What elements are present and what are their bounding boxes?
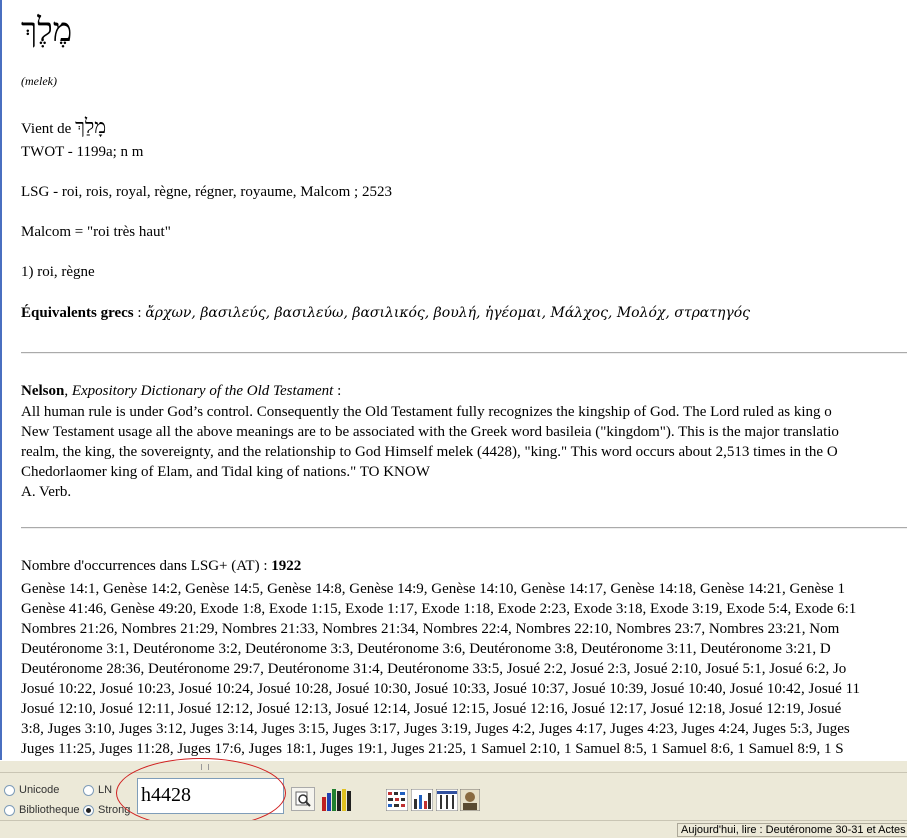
dictionary-viewer[interactable]: מֶלֶךְ (melek) Vient de מָלַךְ TWOT - 11… <box>0 0 907 760</box>
reference-line[interactable]: Deutéronome 28:36, Deutéronome 29:7, Deu… <box>21 659 860 679</box>
reference-line[interactable]: Josué 10:22, Josué 10:23, Josué 10:24, J… <box>21 679 860 699</box>
portrait-icon[interactable] <box>460 787 480 811</box>
meaning-line: 1) roi, règne <box>21 264 95 280</box>
nelson-line: realm, the king, the sovereignty, and th… <box>21 444 838 460</box>
nelson-colon: : <box>333 383 342 399</box>
nelson-book: Expository Dictionary of the Old Testame… <box>71 383 334 399</box>
magnifier-icon <box>295 791 311 807</box>
occurrences-label: Nombre d'occurrences dans LSG+ (AT) : <box>21 558 272 574</box>
search-button[interactable] <box>291 787 315 811</box>
lsg-line: LSG - roi, rois, royal, règne, régner, r… <box>21 184 392 200</box>
reference-line[interactable]: Juges 11:25, Juges 11:28, Juges 17:6, Ju… <box>21 739 860 759</box>
radio-ln[interactable]: LN <box>83 784 112 796</box>
greek-label: Équivalents grecs <box>21 305 134 321</box>
radio-strong-dot[interactable] <box>83 804 94 816</box>
reference-line[interactable]: Josué 12:10, Josué 12:11, Josué 12:12, J… <box>21 699 860 719</box>
pane-splitter[interactable] <box>0 760 907 773</box>
hebrew-headword: מֶלֶךְ <box>21 10 73 49</box>
reference-line[interactable]: Deutéronome 3:1, Deutéronome 3:2, Deutér… <box>21 639 860 659</box>
greek-separator: : <box>133 305 146 321</box>
occurrences-heading: Nombre d'occurrences dans LSG+ (AT) : 19… <box>21 558 301 575</box>
origin-label: Vient de <box>21 121 72 137</box>
origin-hebrew: מָלַךְ <box>75 114 107 138</box>
concordance-grid-icon[interactable] <box>386 787 408 811</box>
splitter-grip[interactable] <box>201 764 209 770</box>
nelson-author: Nelson <box>21 383 65 399</box>
radio-ln-label: LN <box>98 784 113 796</box>
status-bar: Aujourd'hui, lire : Deutéronome 30-31 et… <box>0 820 907 838</box>
divider <box>21 352 907 354</box>
radio-strong[interactable]: Strong <box>83 804 130 816</box>
search-toolbar: Unicode LN Bibliotheque Strong h4428 <box>0 758 907 828</box>
radio-strong-label: Strong <box>98 804 131 816</box>
chart-icon[interactable] <box>411 787 433 811</box>
divider <box>21 527 907 529</box>
nelson-line: New Testament usage all the above meanin… <box>21 424 839 440</box>
nelson-line: Chedorlaomer king of Elam, and Tidal kin… <box>21 464 430 480</box>
radio-bibliotheque[interactable]: Bibliotheque <box>4 804 80 816</box>
radio-unicode-dot[interactable] <box>4 784 15 796</box>
nelson-heading: Nelson, Expository Dictionary of the Old… <box>21 383 341 400</box>
columns-icon[interactable] <box>436 787 458 811</box>
strong-search-input[interactable]: h4428 <box>137 778 284 814</box>
transliteration: (melek) <box>21 74 57 88</box>
nelson-line: A. Verb. <box>21 484 72 500</box>
nelson-text: All human rule is under God’s control. C… <box>21 402 907 502</box>
nelson-sep: , <box>64 383 72 399</box>
reference-line[interactable]: Nombres 21:26, Nombres 21:29, Nombres 21… <box>21 619 860 639</box>
reference-line[interactable]: Genèse 14:1, Genèse 14:2, Genèse 14:5, G… <box>21 579 860 599</box>
greek-equivalents: Équivalents grecs : ἄρχων, βασιλεύς, βασ… <box>21 305 750 322</box>
reference-line[interactable]: Genèse 41:46, Genèse 49:20, Exode 1:8, E… <box>21 599 860 619</box>
greek-words: ἄρχων, βασιλεύς, βασιλεύω, βασιλικός, βο… <box>145 305 751 321</box>
radio-unicode[interactable]: Unicode <box>4 784 59 796</box>
nelson-line: All human rule is under God’s control. C… <box>21 404 832 420</box>
radio-unicode-label: Unicode <box>19 784 60 796</box>
radio-bibliotheque-dot[interactable] <box>4 804 15 816</box>
reference-line[interactable]: 3:8, Juges 3:10, Juges 3:12, Juges 3:14,… <box>21 719 860 739</box>
daily-reading-status: Aujourd'hui, lire : Deutéronome 30-31 et… <box>677 823 907 837</box>
origin-line: Vient de מָלַךְ <box>21 114 106 139</box>
library-books-icon[interactable] <box>322 787 351 811</box>
radio-ln-dot[interactable] <box>83 784 94 796</box>
malcom-line: Malcom = "roi très haut" <box>21 224 171 240</box>
twot-line: TWOT - 1199a; n m <box>21 144 144 160</box>
occurrences-list: Genèse 14:1, Genèse 14:2, Genèse 14:5, G… <box>21 579 860 759</box>
occurrences-count: 1922 <box>271 558 302 574</box>
radio-bibliotheque-label: Bibliotheque <box>19 804 80 816</box>
